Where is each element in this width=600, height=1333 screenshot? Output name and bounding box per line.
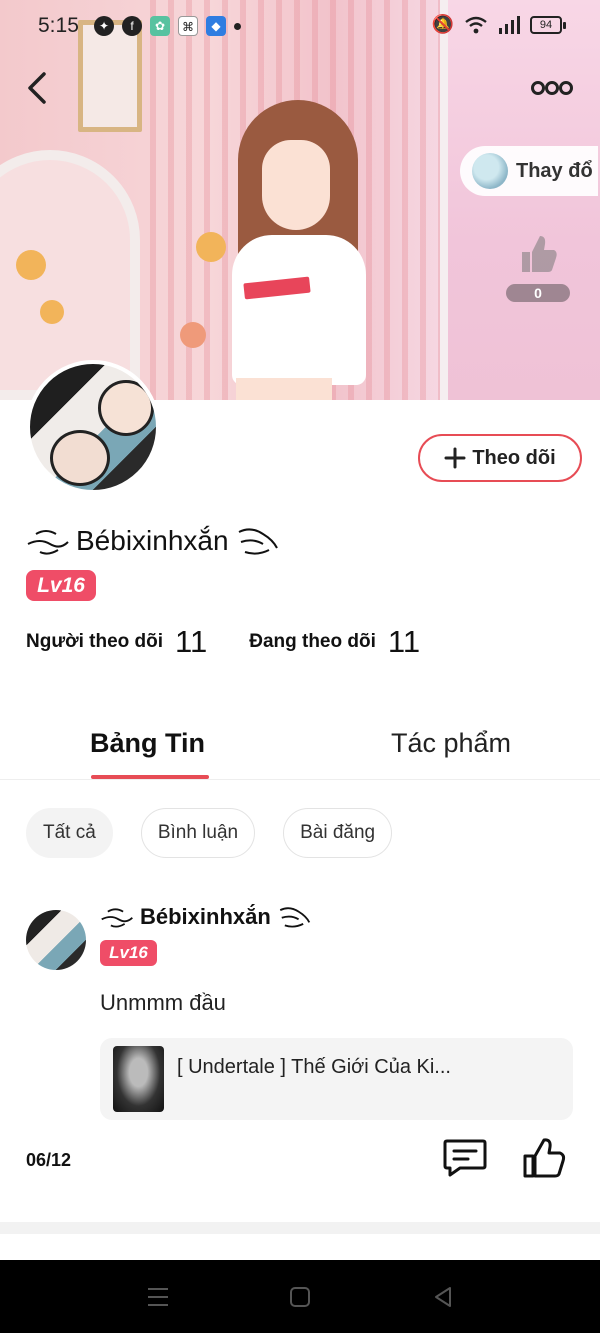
work-title: [ Undertale ] Thế Giới Của Ki...: [177, 1056, 451, 1078]
status-right-icons: 🔕 94: [431, 14, 566, 35]
like-button[interactable]: [520, 1134, 568, 1182]
facebook-icon: f: [122, 16, 142, 36]
more-options-button[interactable]: [524, 72, 580, 104]
post-text: Unmmm đầu: [100, 990, 226, 1015]
username-text: Bébixinhxắn: [76, 525, 229, 556]
banner-like-button[interactable]: [516, 232, 560, 276]
wind-decoration-icon: [238, 528, 278, 555]
followers-label[interactable]: Người theo dõi: [26, 631, 163, 653]
profile-tabs: Bảng Tin Tác phẩm: [0, 720, 600, 780]
avatar-face: [50, 430, 110, 486]
wind-decoration-icon: [101, 908, 133, 928]
section-divider: [0, 1222, 600, 1234]
active-tab-indicator: [91, 775, 209, 779]
post-linked-work-card[interactable]: [ Undertale ] Thế Giới Của Ki...: [100, 1038, 573, 1120]
messenger-icon: ✦: [94, 16, 114, 36]
more-notifications-dot-icon: [234, 23, 241, 30]
profile-username: Bébixinhxắn: [26, 524, 279, 558]
following-label[interactable]: Đang theo dõi: [249, 631, 376, 653]
post-author-text: Bébixinhxắn: [140, 904, 271, 929]
mute-icon: 🔕: [431, 14, 454, 34]
banner-character-waist: [236, 378, 332, 400]
wifi-icon: [465, 16, 487, 33]
banner-character-shirt: [232, 235, 366, 385]
flower: [196, 232, 226, 262]
post-author-avatar[interactable]: [26, 910, 86, 970]
post-author-name[interactable]: Bébixinhxắn: [100, 904, 311, 930]
filter-comments[interactable]: Bình luận: [140, 808, 256, 858]
tab-news-feed[interactable]: Bảng Tin: [90, 728, 205, 759]
wind-decoration-icon: [27, 530, 69, 555]
change-banner-button[interactable]: Thay đổ: [460, 146, 598, 196]
flower: [180, 322, 206, 348]
follow-label: Theo dõi: [472, 446, 556, 469]
flower: [16, 250, 46, 280]
followers-count[interactable]: 11: [175, 624, 207, 660]
app-icon: ✿: [150, 16, 170, 36]
follow-button[interactable]: Theo dõi: [418, 434, 582, 482]
tab-works[interactable]: Tác phẩm: [391, 728, 511, 759]
following-count[interactable]: 11: [388, 624, 420, 660]
back-button[interactable]: [18, 66, 62, 110]
notification-icons: ✦ f ✿ ⌘ ◆: [94, 16, 241, 36]
chevron-left-icon: [28, 72, 46, 104]
profile-avatar[interactable]: [26, 360, 160, 494]
status-time: 5:15: [38, 14, 79, 37]
thumbs-up-icon: [522, 236, 557, 272]
game-controller-icon: ⌘: [178, 16, 198, 36]
comment-icon: [443, 1139, 487, 1177]
blue-app-icon: ◆: [206, 16, 226, 36]
change-banner-label: Thay đổ: [516, 159, 593, 182]
plus-icon: [444, 447, 466, 469]
profile-banner: 5:15 ✦ f ✿ ⌘ ◆ 🔕 94 Thay đổ 0: [0, 0, 600, 400]
outfit-avatar-icon: [472, 153, 508, 189]
feed-filters: Tất cả Bình luận Bài đăng: [26, 808, 393, 858]
level-badge: Lv16: [26, 570, 96, 601]
banner-window: [440, 0, 600, 400]
wind-decoration-icon: [279, 907, 310, 928]
banner-like-count: 0: [506, 284, 570, 302]
post-date: 06/12: [26, 1150, 72, 1170]
thumbs-up-icon: [523, 1138, 566, 1178]
post-level-badge: Lv16: [100, 940, 157, 966]
signal-icon: [499, 15, 520, 34]
back-triangle-icon[interactable]: [430, 1284, 456, 1310]
more-dots-icon: [531, 81, 573, 95]
banner-character-face: [262, 140, 330, 230]
system-navigation-bar: [0, 1260, 600, 1333]
flower: [40, 300, 64, 324]
status-bar: 5:15 ✦ f ✿ ⌘ ◆ 🔕 94: [0, 0, 600, 52]
filter-all[interactable]: Tất cả: [26, 808, 113, 858]
work-cover-thumbnail: [113, 1046, 164, 1112]
filter-posts[interactable]: Bài đăng: [283, 808, 393, 858]
menu-icon[interactable]: [145, 1284, 171, 1310]
avatar-face: [98, 380, 154, 436]
comment-button[interactable]: [442, 1136, 488, 1178]
battery-icon: 94: [530, 15, 566, 34]
home-icon[interactable]: [287, 1284, 313, 1310]
follow-stats: Người theo dõi 11 Đang theo dõi 11: [26, 624, 420, 660]
